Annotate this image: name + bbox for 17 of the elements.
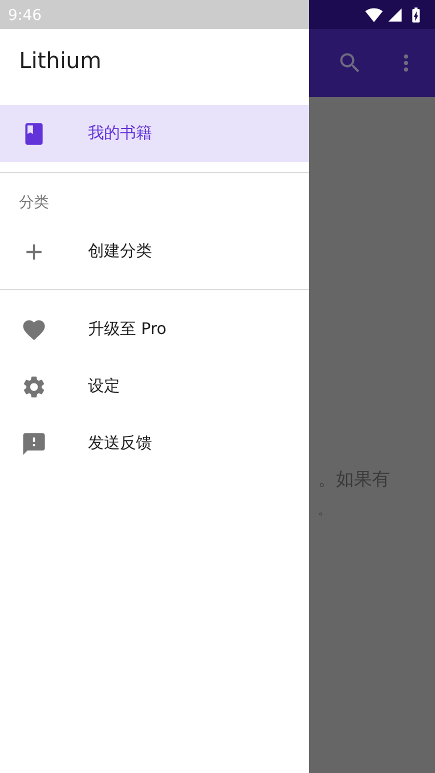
- wifi-icon: [365, 6, 383, 24]
- drawer-item[interactable]: 我的书籍: [0, 105, 309, 162]
- item-label: 发送反馈: [88, 433, 152, 454]
- drawer-item[interactable]: 升级至 Pro: [0, 301, 309, 358]
- body-text: 。: [318, 502, 332, 519]
- item-label: 我的书籍: [88, 123, 152, 144]
- drawer-item[interactable]: 创建分类: [0, 223, 309, 280]
- drawer-item[interactable]: 设定: [0, 358, 309, 415]
- feedback-icon: [21, 430, 47, 456]
- gear-icon: [21, 374, 47, 400]
- signal-icon: [387, 6, 403, 22]
- item-label: 设定: [88, 376, 120, 397]
- drawer-title: Lithium: [19, 49, 102, 76]
- item-label: 升级至 Pro: [88, 319, 166, 340]
- drawer-item[interactable]: 发送反馈: [0, 415, 309, 472]
- section-header: 分类: [19, 193, 49, 212]
- item-label: 创建分类: [88, 241, 152, 262]
